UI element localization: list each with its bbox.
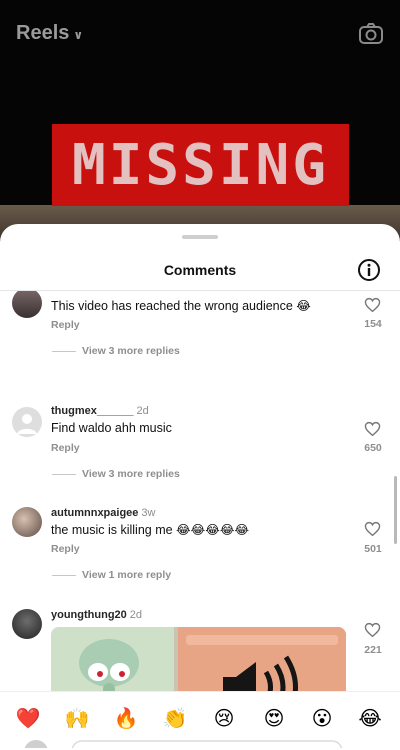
view-replies-button[interactable]: View 1 more reply <box>52 569 171 581</box>
comment-media-image[interactable] <box>51 627 346 691</box>
heart-icon[interactable] <box>364 297 381 313</box>
reply-button[interactable]: Reply <box>51 543 80 555</box>
comment-text: the music is killing me 😂😂😂😂😂 <box>51 523 250 537</box>
comment-username[interactable]: thugmex______ 2d <box>51 405 149 417</box>
scrollbar[interactable] <box>394 476 397 544</box>
replies-line <box>52 473 76 475</box>
surprised-emoji-button[interactable]: 😮 <box>308 704 336 732</box>
camera-icon[interactable] <box>358 22 384 46</box>
avatar-placeholder[interactable] <box>12 407 42 437</box>
username-text: youngthung20 <box>51 609 127 621</box>
reply-button[interactable]: Reply <box>51 442 80 454</box>
raised-hands-emoji-button[interactable]: 🙌 <box>63 704 91 732</box>
replies-line <box>52 574 76 576</box>
comment-composer-edge <box>24 740 343 748</box>
reply-button[interactable]: Reply <box>51 319 80 331</box>
heart-emoji-button[interactable]: ❤️ <box>14 704 42 732</box>
username-text: autumnnxpaigee <box>51 507 139 519</box>
avatar[interactable] <box>12 291 42 318</box>
comments-sheet: Comments This video has reached the wron… <box>0 224 400 750</box>
reels-title: Reels <box>16 22 70 44</box>
like-count: 650 <box>364 442 382 454</box>
crying-emoji-button[interactable]: 😢 <box>210 704 238 732</box>
view-replies-button[interactable]: View 3 more replies <box>52 345 180 357</box>
heart-icon[interactable] <box>364 622 381 638</box>
reels-header-dropdown[interactable]: Reels ∨ <box>16 22 83 45</box>
squidward-panel <box>51 627 174 691</box>
emoji-reaction-bar: ❤️ 🙌 🔥 👏 😢 😍 😮 😂 <box>0 691 400 750</box>
laughing-emoji-button[interactable]: 😂 <box>356 704 384 732</box>
comment-age: 2d <box>136 405 149 417</box>
like-count: 501 <box>364 543 382 555</box>
replies-line <box>52 350 76 352</box>
view-replies-button[interactable]: View 3 more replies <box>52 468 180 480</box>
default-avatar-icon <box>17 414 37 434</box>
missing-banner: MISSING <box>52 124 349 206</box>
comment-text: Find waldo ahh music <box>51 421 172 435</box>
volume-speaker-icon <box>178 627 346 691</box>
sheet-title: Comments <box>163 262 237 278</box>
like-count: 154 <box>364 318 382 330</box>
avatar[interactable] <box>12 609 42 639</box>
squidward-illustration <box>51 627 174 691</box>
heart-icon[interactable] <box>364 521 381 537</box>
comment-username[interactable]: youngthung20 2d <box>51 609 142 621</box>
info-icon[interactable] <box>357 258 381 282</box>
chevron-down-icon: ∨ <box>73 28 84 42</box>
comment-age: 2d <box>129 609 143 621</box>
view-replies-label: View 3 more replies <box>82 468 180 480</box>
comment-text: This video has reached the wrong audienc… <box>51 299 311 313</box>
view-replies-label: View 3 more replies <box>82 345 180 357</box>
fire-emoji-button[interactable]: 🔥 <box>112 704 140 732</box>
comment-username[interactable]: autumnnxpaigee 3w <box>51 507 155 519</box>
missing-text: MISSING <box>71 132 329 198</box>
drag-handle[interactable] <box>182 235 218 239</box>
view-replies-label: View 1 more reply <box>82 569 172 581</box>
comment-age: 3w <box>141 507 156 519</box>
avatar[interactable] <box>12 507 42 537</box>
heart-icon[interactable] <box>364 421 381 437</box>
heart-eyes-emoji-button[interactable]: 😍 <box>260 704 288 732</box>
username-text: thugmex______ <box>51 405 134 417</box>
clapping-emoji-button[interactable]: 👏 <box>161 704 189 732</box>
like-count: 221 <box>364 644 382 656</box>
comment-list[interactable]: This video has reached the wrong audienc… <box>0 291 400 691</box>
volume-panel <box>178 627 346 691</box>
